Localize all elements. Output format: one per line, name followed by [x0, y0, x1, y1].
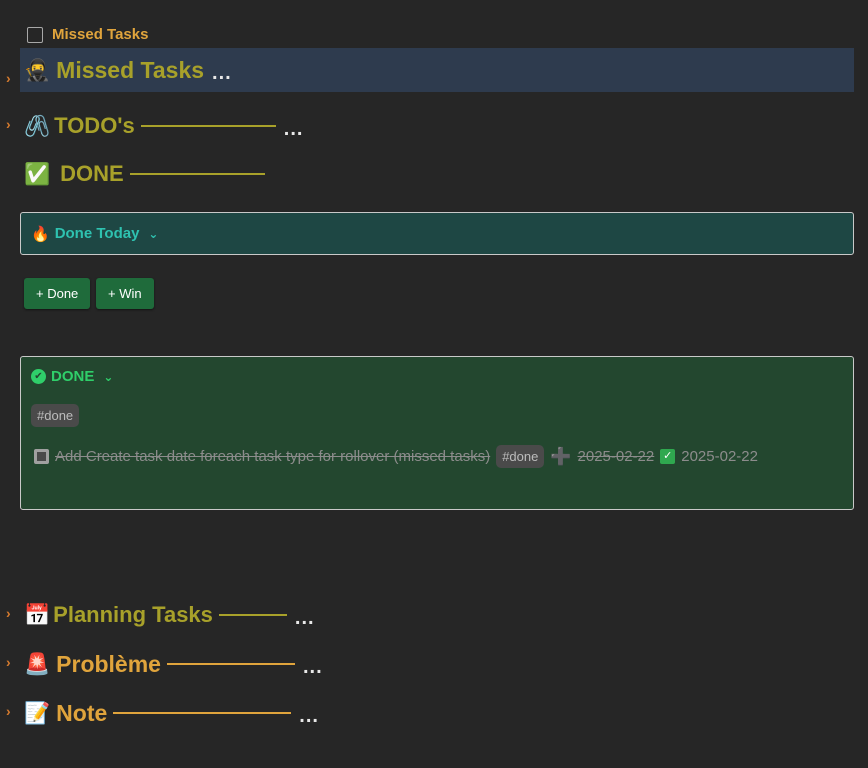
more-dots[interactable]: ... [212, 62, 232, 85]
add-done-button[interactable]: + Done [24, 278, 91, 309]
heading-rule [129, 173, 265, 175]
heading-rule [140, 125, 276, 127]
calendar-icon: 📅 [24, 603, 51, 627]
task-text: Add Create task date foreach task type f… [55, 448, 491, 465]
task-checkbox[interactable] [27, 26, 43, 43]
completed-task: Add Create task date foreach task type f… [34, 445, 758, 468]
heading-note[interactable]: 📝 Note ... [24, 691, 319, 735]
heading-done[interactable]: ✅ DONE [24, 152, 265, 196]
heading-todos[interactable]: 🖇️ TODO's ... [24, 104, 303, 148]
heading-label: DONE [60, 161, 124, 186]
chevron-down-icon[interactable]: ⌄ [148, 227, 158, 241]
check-box-icon: ✅ [24, 162, 51, 186]
callout-title-text: Done Today [54, 225, 140, 242]
add-win-button[interactable]: + Win [96, 278, 154, 309]
heading-label: Missed Tasks [56, 56, 205, 83]
task-tag[interactable]: #done [496, 445, 545, 468]
heading-label: TODO's [54, 113, 135, 138]
more-dots[interactable]: ... [295, 607, 315, 630]
callout-title[interactable]: 🔥 Done Today ⌄ [31, 225, 158, 243]
paperclip-icon: 🖇️ [24, 114, 51, 138]
fire-icon: 🔥 [31, 225, 50, 243]
task-checkbox[interactable] [34, 449, 49, 464]
chevron-down-icon[interactable]: ⌄ [103, 370, 113, 384]
missed-tasks-task[interactable]: Missed Tasks [27, 26, 148, 43]
done-tag[interactable]: #done [31, 404, 80, 427]
created-date-icon: ➕ [550, 446, 572, 466]
memo-icon: 📝 [24, 701, 51, 725]
done-date-icon: ✓ [660, 449, 676, 464]
done-callout: ✔ DONE ⌄ #done Add Create task date fore… [20, 356, 854, 510]
task-label: Missed Tasks [52, 26, 149, 43]
collapse-chevron-icon[interactable]: › [6, 654, 20, 670]
check-circle-icon: ✔ [31, 369, 46, 384]
more-dots[interactable]: ... [299, 705, 319, 728]
created-date: 2025-02-22 [577, 448, 655, 465]
done-today-callout[interactable]: 🔥 Done Today ⌄ [20, 212, 854, 255]
heading-missed-tasks[interactable]: 🥷 Missed Tasks ... [20, 48, 854, 92]
collapse-chevron-icon[interactable]: › [6, 703, 20, 719]
collapse-chevron-icon[interactable]: › [6, 116, 20, 132]
callout-title-text: DONE [51, 368, 95, 385]
callout-title[interactable]: ✔ DONE ⌄ [31, 368, 113, 385]
heading-rule [166, 663, 295, 665]
done-date: 2025-02-22 [681, 448, 758, 465]
ninja-icon: 🥷 [24, 58, 51, 82]
heading-planning-tasks[interactable]: 📅 Planning Tasks ... [24, 593, 315, 637]
note-page: Missed Tasks › 🥷 Missed Tasks ... › 🖇️ T… [0, 0, 868, 768]
collapse-chevron-icon[interactable]: › [6, 70, 20, 86]
heading-probleme[interactable]: 🚨 Problème ... [24, 642, 323, 686]
heading-label: Planning Tasks [53, 602, 213, 627]
siren-icon: 🚨 [24, 652, 51, 676]
collapse-chevron-icon[interactable]: › [6, 605, 20, 621]
heading-rule [113, 712, 292, 714]
heading-label: Problème [56, 650, 161, 677]
more-dots[interactable]: ... [303, 656, 323, 679]
more-dots[interactable]: ... [284, 118, 304, 141]
heading-rule [218, 614, 287, 616]
heading-label: Note [56, 699, 108, 726]
